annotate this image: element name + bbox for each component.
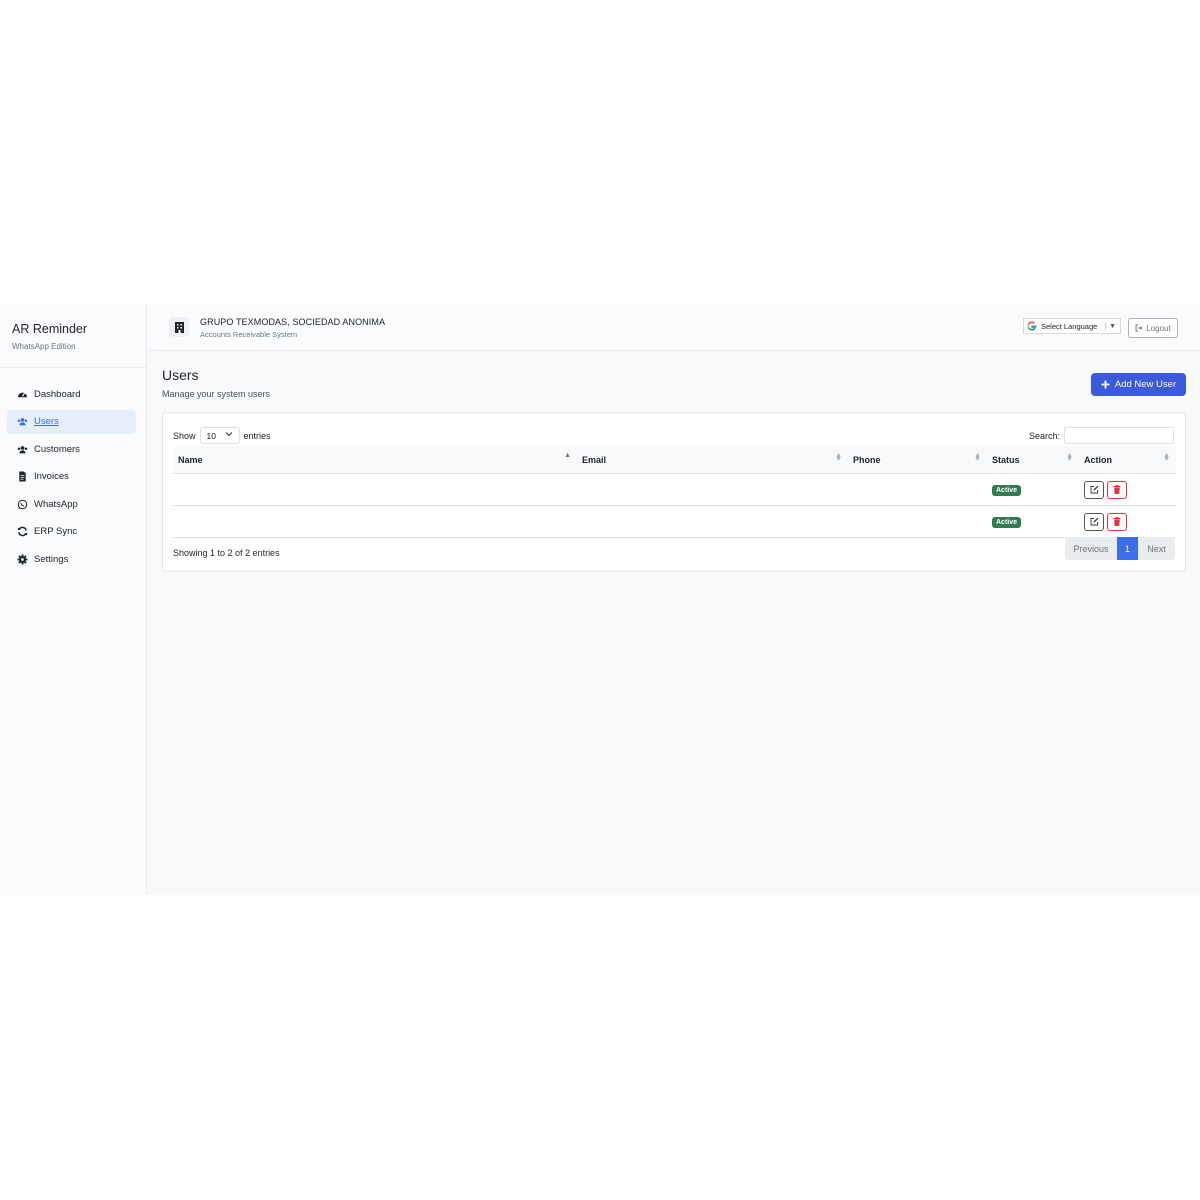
sidebar-item-label: Customers [34, 443, 80, 455]
status-badge: Active [992, 516, 1022, 528]
sidebar-item-label: Invoices [34, 471, 69, 483]
language-label: Select Language [1041, 321, 1098, 331]
google-icon [1027, 321, 1037, 331]
logout-button[interactable]: Logout [1128, 318, 1178, 338]
sidebar-item-whatsapp[interactable]: WhatsApp [7, 492, 136, 516]
sidebar-item-label: ERP Sync [34, 526, 78, 538]
show-label: Show [173, 430, 196, 441]
customers-icon [17, 445, 28, 454]
cell-email [577, 473, 848, 506]
sync-icon [17, 527, 28, 537]
sidebar-item-dashboard[interactable]: Dashboard [7, 382, 136, 406]
column-header-action[interactable]: Action ▲ ▼ [1079, 446, 1176, 474]
system-name: Accounts Receivable System [200, 330, 298, 339]
app-window: AR Reminder WhatsApp Edition Dashboard U… [0, 305, 1200, 895]
column-label: Name [178, 454, 203, 465]
column-header-name[interactable]: Name ▲ [173, 446, 577, 474]
sidebar-item-invoices[interactable]: Invoices [7, 465, 136, 489]
sort-asc-icon: ▲ [564, 452, 571, 459]
entries-value: 10 [206, 430, 216, 441]
invoice-icon [19, 471, 26, 482]
status-badge: Active [992, 484, 1022, 496]
chevron-down-icon [225, 432, 232, 437]
building-icon [169, 317, 189, 337]
brand-subtitle: WhatsApp Edition [12, 342, 76, 351]
edit-button[interactable] [1084, 512, 1104, 531]
users-icon [17, 418, 28, 426]
page-title: Users [162, 367, 199, 383]
whatsapp-icon [17, 499, 28, 510]
cell-email [577, 505, 848, 538]
entries-label: entries [243, 430, 271, 441]
top-bar: GRUPO TEXMODAS, SOCIEDAD ANONIMA Account… [147, 305, 1200, 351]
gear-icon [17, 554, 28, 565]
users-table: Name ▲ Email ▲ ▼ Phone ▲ ▼ Status ▲ ▼ Action ▲ ▼ … [173, 446, 1176, 538]
sidebar-item-label: WhatsApp [34, 498, 78, 510]
edit-button[interactable] [1084, 480, 1104, 499]
search-input[interactable] [1064, 427, 1175, 444]
brand: AR Reminder WhatsApp Edition [0, 305, 146, 368]
pagination: Previous 1 Next [1065, 537, 1175, 560]
language-select[interactable]: Select Language ▼ [1023, 318, 1121, 334]
edit-icon [1090, 485, 1098, 494]
sort-icon: ▲ ▼ [1066, 452, 1073, 463]
sidebar-nav: Dashboard Users Customers Invoices Whats… [0, 368, 146, 572]
sidebar-item-settings[interactable]: Settings [7, 548, 136, 572]
sort-icon: ▲ ▼ [1163, 452, 1170, 463]
sidebar-item-label: Settings [34, 554, 69, 566]
cell-name [173, 505, 577, 538]
sort-icon: ▲ ▼ [974, 452, 981, 463]
plus-icon [1101, 380, 1110, 389]
column-label: Action [1084, 454, 1112, 465]
cell-status: Active [987, 505, 1079, 538]
add-new-user-label: Add New User [1114, 379, 1177, 390]
sidebar-item-label: Users [34, 416, 59, 428]
edit-icon [1090, 517, 1098, 526]
company-name: GRUPO TEXMODAS, SOCIEDAD ANONIMA [200, 317, 386, 327]
sidebar-item-label: Dashboard [34, 388, 81, 400]
sidebar-item-users[interactable]: Users [7, 409, 136, 434]
previous-page-button[interactable]: Previous [1065, 537, 1117, 560]
table-header-row: Name ▲ Email ▲ ▼ Phone ▲ ▼ Status ▲ ▼ Action ▲ ▼ [173, 446, 1176, 474]
brand-title: AR Reminder [12, 322, 88, 336]
sort-icon: ▲ ▼ [835, 452, 842, 463]
entries-select[interactable]: 10 [199, 427, 240, 444]
cell-name [173, 473, 577, 506]
column-header-phone[interactable]: Phone ▲ ▼ [848, 446, 987, 474]
dashboard-icon [17, 391, 28, 397]
cell-phone [848, 505, 987, 538]
search-label: Search: [1029, 430, 1061, 441]
table-row: Active [173, 505, 1176, 538]
sidebar-item-erp-sync[interactable]: ERP Sync [7, 520, 136, 544]
column-header-email[interactable]: Email ▲ ▼ [577, 446, 848, 474]
trash-icon [1113, 517, 1121, 526]
delete-button[interactable] [1107, 512, 1127, 531]
dropdown-arrow-icon: ▼ [1105, 322, 1116, 330]
add-new-user-button[interactable]: Add New User [1091, 373, 1186, 396]
delete-button[interactable] [1107, 480, 1127, 499]
next-page-button[interactable]: Next [1138, 537, 1175, 560]
table-row: Active [173, 473, 1176, 506]
cell-status: Active [987, 473, 1079, 506]
column-label: Email [582, 454, 607, 465]
trash-icon [1113, 485, 1121, 494]
entries-control: Show 10 entries [173, 427, 271, 444]
column-label: Phone [853, 454, 881, 465]
page-subtitle: Manage your system users [162, 389, 271, 399]
page-1-button[interactable]: 1 [1117, 537, 1138, 560]
cell-action [1079, 505, 1176, 538]
cell-action [1079, 473, 1176, 506]
cell-phone [848, 473, 987, 506]
sidebar-item-customers[interactable]: Customers [7, 437, 136, 461]
table-info: Showing 1 to 2 of 2 entries [173, 548, 280, 558]
search-control: Search: [1029, 427, 1175, 444]
sidebar: AR Reminder WhatsApp Edition Dashboard U… [0, 305, 147, 895]
main-content: GRUPO TEXMODAS, SOCIEDAD ANONIMA Account… [147, 305, 1200, 895]
logout-icon [1135, 324, 1143, 332]
column-header-status[interactable]: Status ▲ ▼ [987, 446, 1079, 474]
column-label: Status [992, 454, 1020, 465]
users-table-card: Show 10 entries Search: Name ▲ Email ▲ ▼… [162, 412, 1186, 572]
logout-label: Logout [1146, 323, 1171, 333]
